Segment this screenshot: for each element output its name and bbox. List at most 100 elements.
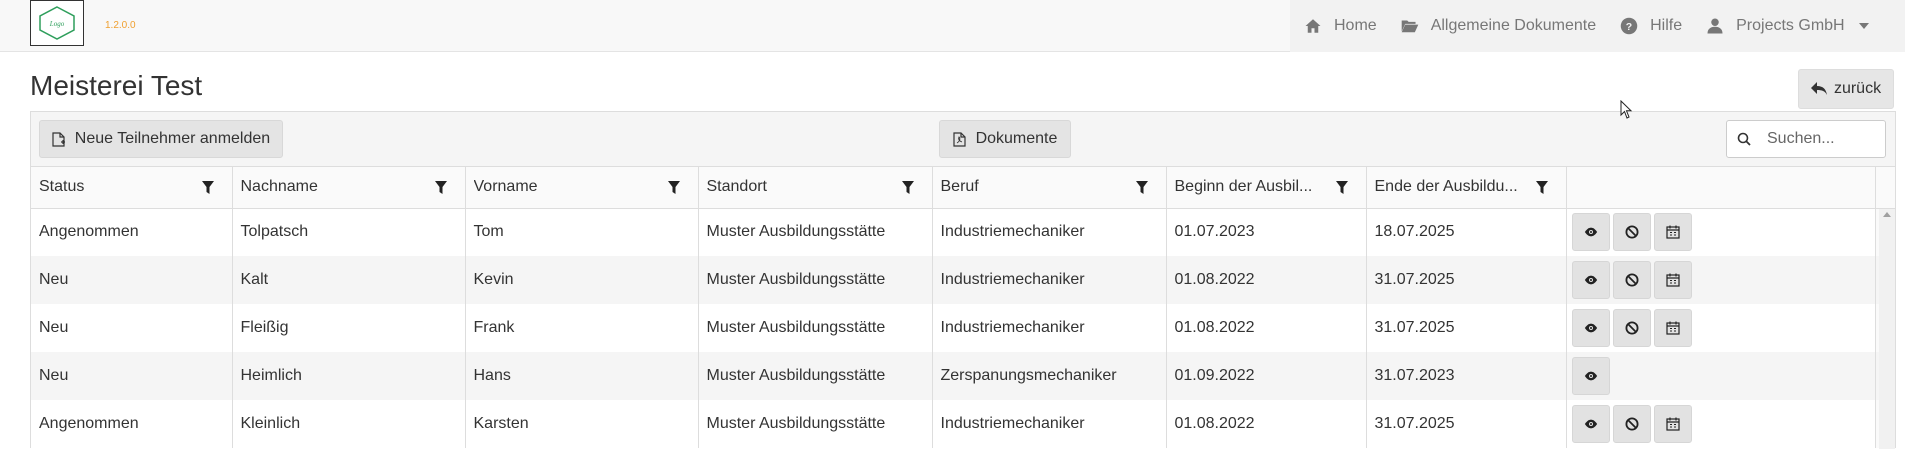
grid-toolbar: Neue Teilnehmer anmelden Dokumente [31, 112, 1895, 167]
calendar-button[interactable] [1653, 405, 1692, 443]
table-row[interactable]: Neu Heimlich Hans Muster Ausbildungsstätte Z… [31, 352, 1895, 400]
table-row[interactable]: Neu Kalt Kevin Muster Ausbildungsstätte Indu… [31, 256, 1895, 304]
svg-text:?: ? [1626, 21, 1632, 33]
column-header-status[interactable]: Status [31, 167, 233, 209]
search-input[interactable] [1767, 130, 1877, 148]
cell-beruf: Zerspanungsmechaniker [932, 352, 1167, 400]
documents-label: Dokumente [975, 130, 1058, 147]
cell-beginn: 01.08.2022 [1166, 256, 1367, 304]
user-icon [1707, 18, 1723, 34]
cell-beruf: Industriemechaniker [932, 400, 1167, 448]
column-header-beruf[interactable]: Beruf [932, 167, 1167, 209]
view-button[interactable] [1571, 405, 1610, 443]
cell-actions [1566, 304, 1876, 352]
view-icon [1584, 371, 1597, 381]
calendar-button[interactable] [1653, 309, 1692, 347]
block-icon [1625, 273, 1638, 287]
view-button[interactable] [1571, 261, 1610, 299]
filter-icon[interactable] [434, 180, 447, 194]
table-row[interactable]: Neu Fleißig Frank Muster Ausbildungsstätte I… [31, 304, 1895, 352]
nav-user-menu[interactable]: Projects GmbH [1706, 17, 1869, 35]
table-body: Angenommen Tolpatsch Tom Muster Ausbildungs… [31, 208, 1895, 448]
view-icon [1584, 419, 1597, 429]
svg-text:Logo: Logo [49, 20, 65, 28]
nav-home[interactable]: Home [1304, 17, 1377, 35]
calendar-button[interactable] [1653, 261, 1692, 299]
nav-help[interactable]: ? Hilfe [1620, 17, 1682, 35]
filter-icon[interactable] [1135, 180, 1148, 194]
cell-vorname: Kevin [465, 256, 699, 304]
documents-button[interactable]: Dokumente [939, 120, 1071, 158]
nav-help-label: Hilfe [1650, 17, 1683, 34]
column-header-vorname[interactable]: Vorname [465, 167, 699, 209]
cell-standort: Muster Ausbildungsstätte [698, 304, 933, 352]
cell-standort: Muster Ausbildungsstätte [698, 256, 933, 304]
file-add-icon [52, 131, 65, 147]
search-icon [1737, 132, 1751, 146]
cell-beruf: Industriemechaniker [932, 208, 1167, 256]
cell-actions [1566, 208, 1876, 256]
cell-status: Neu [31, 304, 233, 352]
view-button[interactable] [1571, 309, 1610, 347]
cell-standort: Muster Ausbildungsstätte [698, 352, 933, 400]
version-label: 1.2.0.0 [105, 20, 136, 31]
vertical-scrollbar[interactable] [1879, 209, 1895, 449]
cell-actions [1566, 352, 1876, 400]
table-row[interactable]: Angenommen Kleinlich Karsten Muster Ausbild… [31, 400, 1895, 448]
table-row[interactable]: Angenommen Tolpatsch Tom Muster Ausbildungs… [31, 208, 1895, 256]
cell-beruf: Industriemechaniker [932, 304, 1167, 352]
logo[interactable]: Logo [30, 0, 84, 46]
back-button[interactable]: zurück [1798, 69, 1894, 109]
filter-icon[interactable] [201, 180, 214, 194]
filter-icon[interactable] [1535, 180, 1548, 194]
nav-user-label: Projects GmbH [1736, 17, 1845, 34]
cell-status: Angenommen [31, 400, 233, 448]
top-navbar: Logo 1.2.0.0 Home Allgemeine Dokumente ?… [0, 0, 1905, 52]
column-header-standort[interactable]: Standort [698, 167, 933, 209]
view-button[interactable] [1571, 213, 1610, 252]
cell-vorname: Frank [465, 304, 699, 352]
view-button[interactable] [1571, 357, 1610, 395]
cell-vorname: Karsten [465, 400, 699, 448]
cell-standort: Muster Ausbildungsstätte [698, 208, 933, 256]
column-header-nachname[interactable]: Nachname [232, 167, 466, 209]
column-header-beginn[interactable]: Beginn der Ausbil... [1166, 167, 1367, 209]
cell-ende: 31.07.2025 [1366, 304, 1567, 352]
new-participant-button[interactable]: Neue Teilnehmer anmelden [39, 120, 283, 158]
search-box[interactable] [1726, 120, 1886, 158]
cell-status: Angenommen [31, 208, 233, 256]
mouse-cursor-icon [1620, 100, 1633, 119]
cell-beginn: 01.07.2023 [1166, 208, 1367, 256]
reply-icon [1810, 82, 1827, 95]
nav-documents[interactable]: Allgemeine Dokumente [1401, 17, 1596, 35]
filter-icon[interactable] [901, 180, 914, 194]
scroll-up-icon[interactable] [1883, 212, 1891, 217]
cell-nachname: Heimlich [232, 352, 466, 400]
cell-ende: 31.07.2023 [1366, 352, 1567, 400]
cell-status: Neu [31, 256, 233, 304]
cell-actions [1566, 400, 1876, 448]
pdf-file-icon [952, 131, 966, 147]
participants-table: Status Nachname Vorname Standort Beruf B… [31, 167, 1895, 448]
cell-beginn: 01.08.2022 [1166, 400, 1367, 448]
cell-ende: 18.07.2025 [1366, 208, 1567, 256]
column-header-actions [1566, 167, 1876, 209]
block-button[interactable] [1612, 405, 1651, 443]
nav-documents-label: Allgemeine Dokumente [1430, 17, 1597, 34]
cell-standort: Muster Ausbildungsstätte [698, 400, 933, 448]
nav-menu: Home Allgemeine Dokumente ? Hilfe Projec… [1290, 0, 1905, 52]
calendar-icon [1665, 321, 1680, 335]
cell-vorname: Tom [465, 208, 699, 256]
filter-icon[interactable] [1335, 180, 1348, 194]
calendar-icon [1665, 273, 1680, 287]
help-icon: ? [1620, 17, 1638, 35]
calendar-button[interactable] [1653, 213, 1692, 252]
block-button[interactable] [1612, 213, 1651, 252]
calendar-icon [1665, 417, 1680, 431]
block-button[interactable] [1612, 261, 1651, 299]
block-button[interactable] [1612, 309, 1651, 347]
new-participant-label: Neue Teilnehmer anmelden [74, 130, 271, 147]
filter-icon[interactable] [667, 180, 680, 194]
column-header-ende[interactable]: Ende der Ausbildu... [1366, 167, 1567, 209]
cell-ende: 31.07.2025 [1366, 400, 1567, 448]
